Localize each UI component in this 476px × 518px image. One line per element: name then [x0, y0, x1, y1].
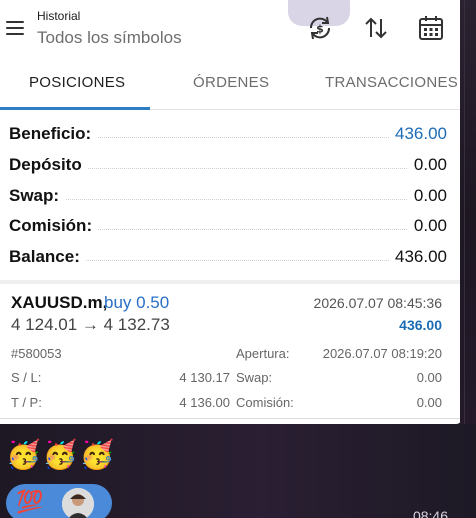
deal-open-label: Apertura:: [236, 346, 290, 361]
deal-open-time: 2026.07.07 08:19:20: [322, 346, 442, 361]
sort-arrows-icon[interactable]: [362, 14, 390, 42]
summary-value: 0.00: [407, 216, 447, 236]
summary-label: Comisión:: [9, 216, 99, 236]
summary-row-deposit: Depósito 0.00: [9, 149, 447, 179]
svg-text:$: $: [316, 23, 324, 36]
active-tab-indicator: [0, 107, 150, 110]
menu-icon[interactable]: [6, 20, 26, 36]
deal-tp-label: T / P:: [11, 395, 42, 410]
summary-value: 0.00: [407, 186, 447, 206]
deal-sl-label: S / L:: [11, 370, 42, 385]
deal-commission-value: 0.00: [416, 395, 442, 410]
deal-sl-value: 4 130.17: [179, 370, 230, 385]
summary-value: 0.00: [407, 155, 447, 175]
screenshot-panel: Historial Todos los símbolos $ POSICIONE…: [0, 0, 462, 424]
tab-positions[interactable]: POSICIONES: [29, 74, 125, 91]
summary-row-commission: Comisión: 0.00: [9, 210, 447, 240]
deal-tp-value: 4 136.00: [179, 395, 230, 410]
tab-orders[interactable]: ÓRDENES: [193, 74, 269, 91]
symbol-filter[interactable]: Todos los símbolos: [37, 28, 182, 48]
deal-commission-label: Comisión:: [236, 395, 294, 410]
tab-transactions[interactable]: TRANSACCIONES: [325, 74, 458, 91]
chat-background-edge: [460, 0, 476, 430]
summary-label: Balance:: [9, 247, 86, 267]
divider: [0, 418, 462, 419]
deal-close-time: 2026.07.07 08:45:36: [313, 295, 442, 311]
summary-row-balance: Balance: 436.00: [9, 241, 447, 271]
summary-row-profit: Beneficio: 436.00: [9, 118, 447, 148]
deal-symbol: XAUUSD.m,: [11, 293, 108, 312]
deal-swap-label: Swap:: [236, 370, 273, 385]
summary-value: 436.00: [389, 247, 447, 267]
hundred-points-icon: 💯: [16, 489, 44, 514]
deal-ticket: #580053: [11, 346, 62, 361]
sync-currency-icon[interactable]: $: [306, 14, 334, 42]
deal-item[interactable]: XAUUSD.m, buy 0.50 2026.07.07 08:45:36 4…: [0, 284, 462, 420]
emoji-message: 🥳🥳🥳: [6, 439, 117, 470]
deal-prices: 4 124.01 → 4 132.73: [11, 315, 170, 334]
message-time: 08:46: [412, 508, 448, 518]
summary-label: Depósito: [9, 155, 88, 175]
summary-label: Swap:: [9, 186, 66, 206]
summary-value: 436.00: [389, 124, 447, 144]
deal-profit: 436.00: [399, 317, 442, 333]
summary-row-swap: Swap: 0.00: [9, 180, 447, 210]
account-summary: Beneficio: 436.00 Depósito 0.00 Swap: 0.…: [0, 114, 462, 278]
tab-bar: POSICIONES ÓRDENES TRANSACCIONES: [0, 62, 462, 110]
chat-area: 🥳🥳🥳 💯 08:46: [0, 424, 476, 518]
top-toolbar: Historial Todos los símbolos $: [0, 0, 462, 58]
avatar: [62, 488, 94, 518]
deal-swap-value: 0.00: [416, 370, 442, 385]
calendar-icon[interactable]: [417, 14, 445, 42]
page-title: Historial: [37, 9, 81, 23]
reaction-button[interactable]: 💯: [6, 484, 112, 518]
summary-label: Beneficio:: [9, 124, 98, 144]
deal-action: buy 0.50: [104, 293, 170, 312]
